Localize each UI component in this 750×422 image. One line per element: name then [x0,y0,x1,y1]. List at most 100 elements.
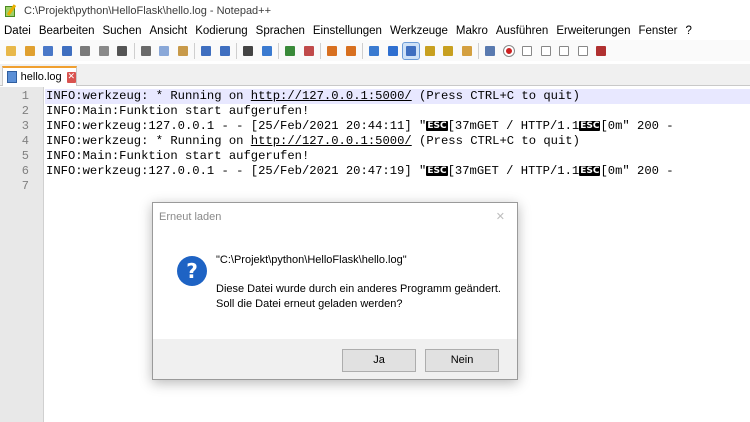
monitor-icon[interactable] [482,43,498,59]
menu-kodierung[interactable]: Kodierung [195,25,247,37]
file-saved-icon [7,71,17,83]
code-text: INFO:Main:Funktion start aufgerufen! [46,104,310,118]
no-button[interactable]: Nein [425,349,499,372]
code-line[interactable]: INFO:werkzeug: * Running on http://127.0… [45,134,750,149]
line-number: 3 [21,119,29,133]
code-text: (Press CTRL+C to quit) [411,134,580,148]
save-macro-icon[interactable] [575,43,591,59]
menu-suchen[interactable]: Suchen [102,25,141,37]
toolbar-separator [320,42,321,59]
dialog-message-line2: Soll die Datei erneut geladen werden? [216,298,403,310]
menu-fenster[interactable]: Fenster [638,25,677,37]
spell-check-icon[interactable] [593,43,609,59]
code-line[interactable]: INFO:werkzeug:127.0.0.1 - - [25/Feb/2021… [45,119,750,134]
menu-makro[interactable]: Makro [456,25,488,37]
save-all-icon[interactable] [59,43,75,59]
play-macro-icon[interactable] [538,43,554,59]
menu-einstellungen[interactable]: Einstellungen [313,25,382,37]
redo-icon[interactable] [217,43,233,59]
code-text: [0m" 200 - [600,164,674,178]
toolbar [0,40,750,61]
zoom-in-icon[interactable] [282,43,298,59]
line-number: 4 [21,134,29,148]
escape-char-marker: ESC [426,121,448,131]
line-number: 1 [21,89,29,103]
title-bar: C:\Projekt\python\HelloFlask\hello.log -… [0,0,750,22]
code-line[interactable] [45,179,750,194]
menu-sprachen[interactable]: Sprachen [256,25,305,37]
menu-ausfuehren[interactable]: Ausführen [496,25,548,37]
doc-map-icon[interactable] [422,43,438,59]
code-line[interactable]: INFO:Main:Funktion start aufgerufen! [45,104,750,119]
line-number: 5 [21,149,29,163]
toolbar-separator [278,42,279,59]
notepad-plus-plus-icon [4,4,18,18]
dialog-title-bar: Erneut laden ✕ [153,203,517,230]
word-wrap-icon[interactable] [366,43,382,59]
dialog-close-icon[interactable]: ✕ [496,210,505,223]
open-file-icon[interactable] [22,43,38,59]
replace-icon[interactable] [259,43,275,59]
code-text: INFO:Main:Funktion start aufgerufen! [46,149,310,163]
paste-icon[interactable] [175,43,191,59]
zoom-out-icon[interactable] [301,43,317,59]
function-list-icon[interactable] [440,43,456,59]
dialog-title: Erneut laden [159,210,222,223]
code-text: INFO:werkzeug:127.0.0.1 - - [25/Feb/2021… [46,164,427,178]
yes-button[interactable]: Ja [342,349,416,372]
code-url-link[interactable]: http://127.0.0.1:5000/ [251,89,412,103]
show-all-chars-icon[interactable] [385,43,401,59]
code-text: [37mGET / HTTP/1.1 [447,164,580,178]
run-macro-multiple-icon[interactable] [556,43,572,59]
code-text: INFO:werkzeug: * Running on [46,134,251,148]
dialog-message-line1: Diese Datei wurde durch ein anderes Prog… [216,283,501,295]
toolbar-separator [362,42,363,59]
code-text: INFO:werkzeug:127.0.0.1 - - [25/Feb/2021… [46,119,427,133]
folder-workspace-icon[interactable] [459,43,475,59]
indent-guide-icon[interactable] [402,41,420,60]
tab-close-icon[interactable]: ✕ [66,71,76,83]
undo-icon[interactable] [198,43,214,59]
code-line[interactable]: INFO:werkzeug: * Running on http://127.0… [45,89,750,104]
save-icon[interactable] [40,43,56,59]
code-line[interactable]: INFO:Main:Funktion start aufgerufen! [45,149,750,164]
close-all-icon[interactable] [96,43,112,59]
toolbar-separator [478,42,479,59]
find-icon[interactable] [240,43,256,59]
tab-bar: hello.log ✕ [0,64,750,86]
menu-ansicht[interactable]: Ansicht [150,25,188,37]
close-icon[interactable] [77,43,93,59]
dialog-file-path: "C:\Projekt\python\HelloFlask\hello.log" [216,254,407,266]
menu-help[interactable]: ? [685,25,691,37]
escape-char-marker: ESC [579,166,601,176]
menu-datei[interactable]: Datei [4,25,31,37]
cut-icon[interactable] [138,43,154,59]
code-text: INFO:werkzeug: * Running on [46,89,251,103]
code-text: (Press CTRL+C to quit) [411,89,580,103]
sync-vertical-icon[interactable] [324,43,340,59]
window-title: C:\Projekt\python\HelloFlask\hello.log -… [24,5,272,17]
line-number: 7 [21,179,29,193]
print-icon[interactable] [114,43,130,59]
dialog-footer: Ja Nein [153,339,517,379]
record-macro-icon[interactable] [501,43,517,59]
sync-horizontal-icon[interactable] [343,43,359,59]
menu-werkzeuge[interactable]: Werkzeuge [390,25,448,37]
question-icon: ? [177,256,207,286]
stop-record-icon[interactable] [519,43,535,59]
reload-dialog: Erneut laden ✕ ? "C:\Projekt\python\Hell… [152,202,518,380]
menu-bearbeiten[interactable]: Bearbeiten [39,25,95,37]
tab-hello-log[interactable]: hello.log ✕ [2,66,77,86]
line-number-gutter: 1234567 [0,87,44,422]
copy-icon[interactable] [156,43,172,59]
menu-bar: Datei Bearbeiten Suchen Ansicht Kodierun… [0,22,750,40]
escape-char-marker: ESC [579,121,601,131]
toolbar-separator [194,42,195,59]
code-text: [37mGET / HTTP/1.1 [447,119,580,133]
new-file-icon[interactable] [3,43,19,59]
escape-char-marker: ESC [426,166,448,176]
menu-erweiterungen[interactable]: Erweiterungen [556,25,630,37]
code-text: [0m" 200 - [600,119,674,133]
code-url-link[interactable]: http://127.0.0.1:5000/ [251,134,412,148]
code-line[interactable]: INFO:werkzeug:127.0.0.1 - - [25/Feb/2021… [45,164,750,179]
